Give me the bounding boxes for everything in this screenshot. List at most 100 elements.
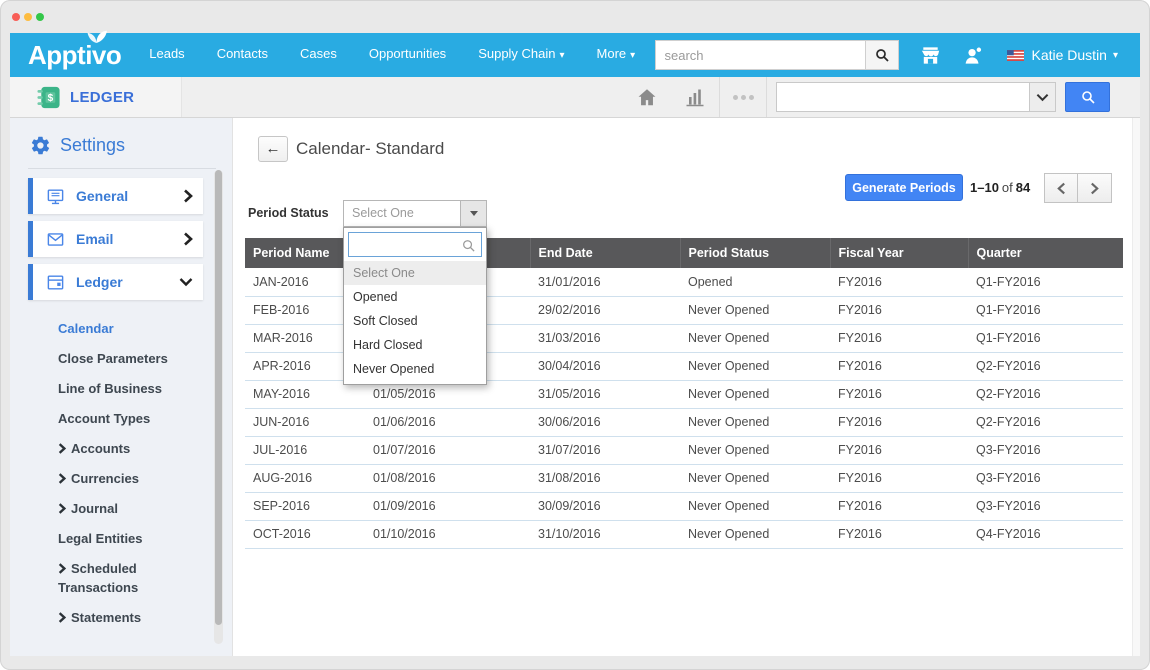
select-arrow-button[interactable] (460, 201, 486, 226)
cell-period-status: Never Opened (680, 324, 830, 352)
svg-text:$: $ (48, 92, 54, 103)
window-zoom-button[interactable] (36, 13, 44, 21)
col-quarter: Quarter (968, 238, 1123, 268)
reports-button[interactable] (671, 77, 719, 117)
cell-period-name: AUG-2016 (245, 464, 365, 492)
ledger-app-logo[interactable]: $ LEDGER (10, 77, 182, 117)
more-options-button[interactable] (720, 77, 766, 117)
app-search-button[interactable] (1065, 82, 1110, 112)
sidebar-section-general[interactable]: General (28, 178, 203, 214)
nav-menu-item-label: Leads (149, 46, 184, 61)
sidebar-ledger-item-label: Legal Entities (58, 531, 143, 546)
global-search-input[interactable] (655, 40, 865, 70)
sidebar-section-label: General (76, 188, 128, 204)
window-close-button[interactable] (12, 13, 20, 21)
dropdown-option[interactable]: Hard Closed (344, 333, 486, 357)
nav-menu-item[interactable]: Cases▾ (284, 32, 353, 78)
cell-fiscal-year: FY2016 (830, 464, 968, 492)
user-menu[interactable]: Katie Dustin ▾ (1007, 47, 1118, 63)
cell-quarter: Q3-FY2016 (968, 492, 1123, 520)
sidebar-section-label: Ledger (76, 274, 123, 290)
sidebar-ledger-item-label: Currencies (71, 471, 139, 486)
settings-title: Settings (60, 135, 125, 156)
dropdown-option[interactable]: Select One (344, 261, 486, 285)
cell-end-date: 31/10/2016 (530, 520, 680, 548)
sidebar-ledger-item[interactable]: Close Parameters (10, 343, 232, 373)
global-search-button[interactable] (865, 40, 899, 70)
table-row: AUG-2016 01/08/2016 31/08/2016 Never Ope… (245, 464, 1123, 492)
cell-start-date: 01/09/2016 (365, 492, 530, 520)
cell-end-date: 31/01/2016 (530, 268, 680, 296)
next-page-button[interactable] (1078, 173, 1112, 203)
cell-period-name: OCT-2016 (245, 520, 365, 548)
page-title: Calendar- Standard (296, 139, 444, 159)
cell-start-date: 01/07/2016 (365, 436, 530, 464)
locale-flag-icon (1007, 50, 1024, 61)
sidebar-ledger-item[interactable]: Legal Entities (10, 523, 232, 553)
cell-period-status: Never Opened (680, 436, 830, 464)
screenshot-canvas: Apptivo Leads▾Contacts▾Cases▾Opportuniti… (0, 0, 1150, 670)
sidebar-section-email[interactable]: Email (28, 221, 203, 257)
ledger-settings-list: Calendar Close ParametersLine of Business… (10, 313, 232, 632)
sidebar-ledger-item[interactable]: Journal (10, 493, 232, 523)
cell-fiscal-year: FY2016 (830, 352, 968, 380)
nav-menu-item[interactable]: Supply Chain▾ (462, 32, 580, 78)
nav-menu-item[interactable]: Opportunities▾ (353, 32, 462, 78)
global-search (655, 40, 899, 70)
previous-page-button[interactable] (1044, 173, 1078, 203)
user-name: Katie Dustin (1031, 47, 1106, 63)
chevron-right-icon (58, 503, 66, 514)
dropdown-option-label: Select One (353, 266, 415, 280)
app-store-button[interactable] (919, 44, 942, 67)
window-minimize-button[interactable] (24, 13, 32, 21)
sidebar-ledger-item[interactable]: Scheduled Transactions (10, 553, 232, 602)
sidebar-ledger-item[interactable]: Accounts (10, 433, 232, 463)
generate-periods-button[interactable]: Generate Periods (845, 174, 963, 201)
dropdown-option-label: Hard Closed (353, 338, 422, 352)
cell-fiscal-year: FY2016 (830, 324, 968, 352)
apptivo-logo[interactable]: Apptivo (28, 33, 121, 77)
cell-quarter: Q1-FY2016 (968, 324, 1123, 352)
cell-period-name: SEP-2016 (245, 492, 365, 520)
chevron-left-icon (1057, 182, 1066, 195)
cell-end-date: 31/03/2016 (530, 324, 680, 352)
sidebar-scrollbar[interactable] (214, 170, 223, 644)
app-search-input[interactable] (777, 83, 1029, 111)
sidebar-ledger-item[interactable]: Currencies (10, 463, 232, 493)
main-scrollbar[interactable] (1132, 118, 1140, 656)
app-header-tools (623, 77, 1140, 117)
sidebar-ledger-item[interactable]: Calendar (10, 313, 232, 343)
ellipsis-icon (733, 95, 738, 100)
nav-menu-item[interactable]: Leads▾ (133, 32, 200, 78)
cell-period-status: Never Opened (680, 408, 830, 436)
sidebar-section-ledger[interactable]: Ledger (28, 264, 203, 300)
sidebar-ledger-item[interactable]: Account Types (10, 403, 232, 433)
pager (1044, 173, 1112, 203)
nav-menu-item[interactable]: More▾ (581, 32, 652, 78)
col-end-date: End Date (530, 238, 680, 268)
home-button[interactable] (623, 77, 671, 117)
period-status-select[interactable]: Select One (343, 200, 487, 227)
sidebar-ledger-item-label: Accounts (71, 441, 130, 456)
back-button[interactable]: ← (258, 136, 288, 162)
dropdown-option[interactable]: Opened (344, 285, 486, 309)
dropdown-option-label: Never Opened (353, 362, 434, 376)
dropdown-option[interactable]: Never Opened (344, 357, 486, 381)
cell-end-date: 30/09/2016 (530, 492, 680, 520)
dropdown-option[interactable]: Soft Closed (344, 309, 486, 333)
triangle-down-icon (470, 211, 478, 216)
sidebar-ledger-item[interactable]: Line of Business (10, 373, 232, 403)
settings-header[interactable]: Settings (10, 118, 232, 156)
nav-menu-item[interactable]: Contacts▾ (201, 32, 284, 78)
cell-period-status: Never Opened (680, 520, 830, 548)
chevron-right-icon (58, 612, 66, 623)
bar-chart-icon (683, 85, 707, 109)
col-fiscal-year: Fiscal Year (830, 238, 968, 268)
sidebar-ledger-item-label: Calendar (58, 321, 114, 336)
cell-fiscal-year: FY2016 (830, 520, 968, 548)
table-row: OCT-2016 01/10/2016 31/10/2016 Never Ope… (245, 520, 1123, 548)
app-search-dropdown-button[interactable] (1029, 83, 1055, 111)
sidebar-ledger-item[interactable]: Statements (10, 602, 232, 632)
user-status-button[interactable] (962, 44, 985, 67)
scrollbar-thumb[interactable] (215, 170, 222, 625)
